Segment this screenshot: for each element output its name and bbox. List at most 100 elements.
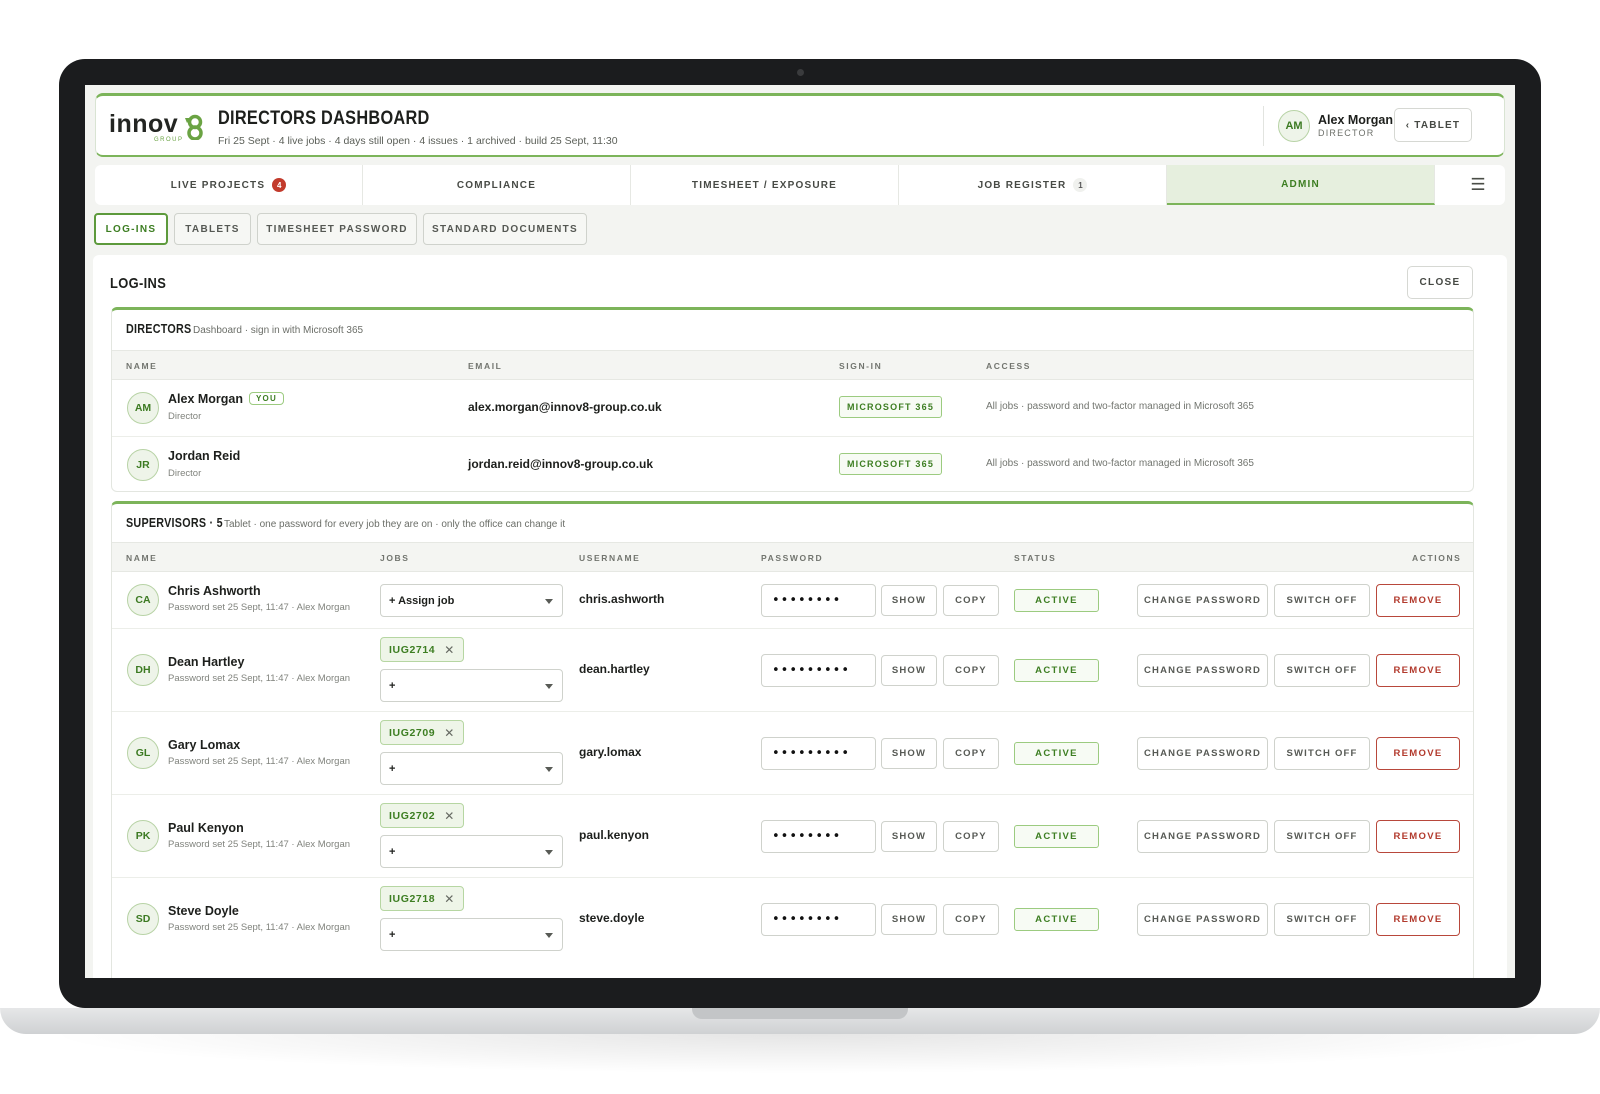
remove-button[interactable]: REMOVE (1376, 903, 1460, 936)
column-header: USERNAME (579, 553, 641, 563)
status-badge: ACTIVE (1014, 908, 1099, 931)
section-title: DIRECTORS (126, 322, 192, 336)
copy-password-button[interactable]: COPY (943, 655, 999, 686)
table-header: NAME EMAIL SIGN-IN ACCESS (112, 350, 1473, 380)
log-ins-panel: LOG-INS CLOSE DIRECTORS Dashboard · sign… (93, 255, 1507, 978)
assign-job-select[interactable]: + (380, 918, 563, 951)
tab-label: ADMIN (1281, 178, 1320, 190)
switch-off-button[interactable]: SWITCH OFF (1274, 820, 1370, 853)
directors-section: DIRECTORS Dashboard · sign in with Micro… (111, 307, 1474, 492)
password-field[interactable]: •••••••• (761, 820, 876, 853)
subtab-standard-documents[interactable]: STANDARD DOCUMENTS (423, 213, 587, 245)
subtab-tablets[interactable]: TABLETS (174, 213, 251, 245)
table-row: CA Chris Ashworth Password set 25 Sept, … (112, 572, 1473, 629)
column-header: EMAIL (468, 361, 503, 371)
change-password-button[interactable]: CHANGE PASSWORD (1137, 903, 1268, 936)
remove-button[interactable]: REMOVE (1376, 654, 1460, 687)
tab-live-projects[interactable]: LIVE PROJECTS 4 (95, 165, 363, 205)
job-code: IUG2718 (389, 892, 436, 905)
remove-button[interactable]: REMOVE (1376, 820, 1460, 853)
select-value: + Assign job (389, 594, 455, 607)
password-set-note: Password set 25 Sept, 11:47 · Alex Morga… (168, 602, 351, 613)
show-password-button[interactable]: SHOW (881, 738, 937, 769)
close-icon[interactable]: ✕ (444, 643, 455, 657)
job-chip: IUG2702 ✕ (380, 803, 464, 828)
close-icon[interactable]: ✕ (444, 809, 455, 823)
show-password-button[interactable]: SHOW (881, 904, 937, 935)
password-field[interactable]: •••••••• (761, 584, 876, 617)
password-set-note: Password set 25 Sept, 11:47 · Alex Morga… (168, 673, 351, 684)
camera-dot (797, 69, 804, 76)
show-password-button[interactable]: SHOW (881, 585, 937, 616)
tablet-button[interactable]: ‹ TABLET (1394, 108, 1472, 142)
supervisors-section: SUPERVISORS · 5 Tablet · one password fo… (111, 501, 1474, 978)
tab-label: LIVE PROJECTS (170, 179, 266, 191)
copy-password-button[interactable]: COPY (943, 821, 999, 852)
tab-timesheet-exposure[interactable]: TIMESHEET / EXPOSURE (631, 165, 899, 205)
user-name: Alex Morgan (1318, 113, 1394, 127)
switch-off-button[interactable]: SWITCH OFF (1274, 584, 1370, 617)
tab-admin[interactable]: ADMIN (1167, 165, 1435, 205)
tab-job-register[interactable]: JOB REGISTER 1 (899, 165, 1167, 205)
section-title: SUPERVISORS · 5 (126, 516, 223, 530)
tab-compliance[interactable]: COMPLIANCE (363, 165, 631, 205)
assign-job-select[interactable]: + Assign job (380, 584, 563, 617)
password-field[interactable]: ••••••••• (761, 654, 876, 687)
copy-password-button[interactable]: COPY (943, 585, 999, 616)
director-role: Director (168, 468, 202, 479)
select-value: + (389, 762, 396, 775)
signin-badge: MICROSOFT 365 (839, 453, 942, 475)
column-header: NAME (126, 361, 158, 371)
hamburger-icon[interactable]: ☰ (1451, 165, 1505, 205)
avatar: JR (127, 449, 159, 481)
job-code: IUG2714 (389, 643, 436, 656)
close-button[interactable]: CLOSE (1407, 266, 1473, 299)
tab-label: JOB REGISTER (977, 179, 1067, 191)
avatar: AM (127, 392, 159, 424)
table-header: NAME JOBS USERNAME PASSWORD STATUS ACTIO… (112, 542, 1473, 572)
username-value: steve.doyle (579, 911, 645, 925)
password-field[interactable]: •••••••• (761, 903, 876, 936)
laptop-notch (692, 1008, 908, 1019)
switch-off-button[interactable]: SWITCH OFF (1274, 903, 1370, 936)
user-avatar[interactable]: AM (1278, 110, 1310, 142)
switch-off-button[interactable]: SWITCH OFF (1274, 737, 1370, 770)
laptop-shadow (40, 1034, 1560, 1074)
subtab-log-ins[interactable]: LOG-INS (94, 213, 168, 245)
assign-job-select[interactable]: + (380, 669, 563, 702)
remove-button[interactable]: REMOVE (1376, 584, 1460, 617)
table-row: JR Jordan Reid Director jordan.reid@inno… (112, 437, 1473, 491)
copy-password-button[interactable]: COPY (943, 738, 999, 769)
avatar: GL (127, 737, 159, 769)
copy-password-button[interactable]: COPY (943, 904, 999, 935)
director-name: Jordan Reid (168, 449, 241, 463)
page-title: DIRECTORS DASHBOARD (218, 108, 430, 129)
password-set-note: Password set 25 Sept, 11:47 · Alex Morga… (168, 839, 351, 850)
supervisor-name: Paul Kenyon (168, 821, 244, 835)
supervisor-name: Steve Doyle (168, 904, 239, 918)
username-value: paul.kenyon (579, 828, 650, 842)
close-icon[interactable]: ✕ (444, 726, 455, 740)
email-value: jordan.reid@innov8-group.co.uk (468, 457, 654, 471)
show-password-button[interactable]: SHOW (881, 655, 937, 686)
switch-off-button[interactable]: SWITCH OFF (1274, 654, 1370, 687)
tab-badge-count: 4 (272, 178, 287, 192)
assign-job-select[interactable]: + (380, 835, 563, 868)
assign-job-select[interactable]: + (380, 752, 563, 785)
subtab-timesheet-password[interactable]: TIMESHEET PASSWORD (257, 213, 417, 245)
show-password-button[interactable]: SHOW (881, 821, 937, 852)
change-password-button[interactable]: CHANGE PASSWORD (1137, 584, 1268, 617)
chevron-down-icon (545, 767, 553, 772)
you-badge: YOU (249, 392, 284, 405)
brand-logo[interactable]: innov GROUP (109, 110, 209, 144)
email-value: alex.morgan@innov8-group.co.uk (468, 400, 662, 414)
column-header: ACTIONS (1412, 553, 1462, 563)
change-password-button[interactable]: CHANGE PASSWORD (1137, 654, 1268, 687)
select-value: + (389, 679, 396, 692)
change-password-button[interactable]: CHANGE PASSWORD (1137, 820, 1268, 853)
table-row: AM Alex Morgan YOU Director alex.morgan@i… (112, 380, 1473, 437)
password-field[interactable]: ••••••••• (761, 737, 876, 770)
close-icon[interactable]: ✕ (444, 892, 455, 906)
change-password-button[interactable]: CHANGE PASSWORD (1137, 737, 1268, 770)
remove-button[interactable]: REMOVE (1376, 737, 1460, 770)
